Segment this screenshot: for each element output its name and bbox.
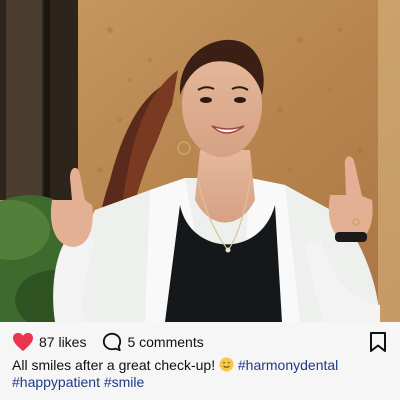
smiling-face-emoji: [219, 357, 234, 372]
comments-button[interactable]: 5 comments: [102, 332, 204, 352]
hashtag-link[interactable]: #smile: [104, 374, 144, 390]
speech-bubble-icon[interactable]: [102, 332, 122, 352]
caption-text: All smiles after a great check-up!: [12, 357, 216, 373]
social-post: 87 likes 5 comments All smiles after a g…: [0, 0, 400, 400]
post-caption: All smiles after a great check-up! #harm…: [12, 357, 388, 391]
post-photo[interactable]: [0, 0, 400, 322]
heart-icon[interactable]: [12, 332, 34, 352]
post-actions: 87 likes 5 comments: [12, 330, 220, 354]
likes-count[interactable]: 87 likes: [39, 334, 86, 350]
comments-count[interactable]: 5 comments: [127, 334, 203, 350]
bookmark-icon[interactable]: [368, 331, 388, 353]
like-button[interactable]: 87 likes: [12, 332, 86, 352]
hashtag-link[interactable]: #happypatient: [12, 374, 100, 390]
hashtag-link[interactable]: #harmonydental: [238, 357, 338, 373]
